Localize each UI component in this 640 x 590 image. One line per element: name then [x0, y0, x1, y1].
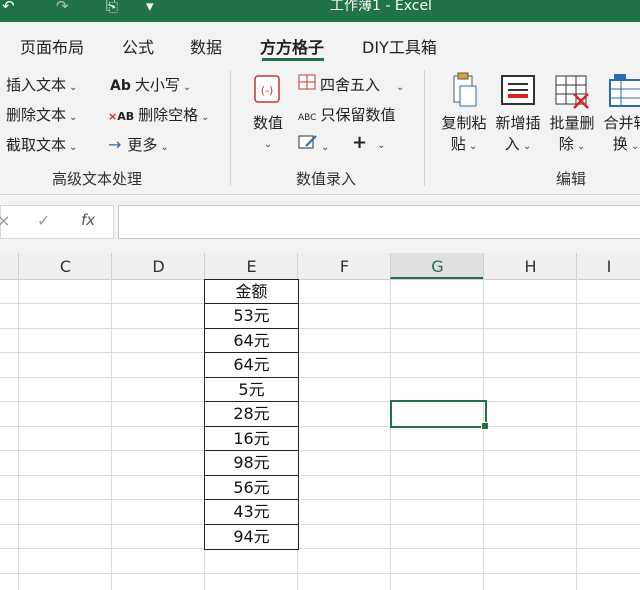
tab-fangfanggezi[interactable]: 方方格子 [260, 34, 324, 58]
abc-icon: ABC [298, 113, 317, 123]
insert-new-icon [492, 72, 544, 112]
group-label-edit: 编辑 [556, 170, 587, 188]
chevron-down-icon: ⌄ [522, 141, 532, 152]
formula-input[interactable] [118, 205, 640, 239]
formula-controls: × ✓ fx [0, 205, 114, 239]
round-button[interactable]: 四舍五入 ⌄ [298, 74, 404, 95]
table-cell[interactable]: 98元 [204, 450, 299, 476]
merge-convert-icon [600, 72, 640, 112]
svg-text:(-): (-) [261, 84, 274, 97]
formula-bar: × ✓ fx [0, 195, 640, 253]
value-button[interactable]: (-) 数值 ⌄ [248, 72, 288, 151]
ribbon-tabs: 页面布局 公式 数据 方方格子 DIY工具箱 [0, 22, 640, 62]
copy-paste-icon [438, 72, 490, 112]
group-separator [230, 70, 231, 186]
group-label-value-entry: 数值录入 [296, 170, 357, 188]
table-cell[interactable]: 64元 [204, 352, 299, 378]
column-header-c[interactable]: C [18, 253, 112, 279]
add-button[interactable]: + ⌄ [352, 132, 385, 153]
group-separator [424, 70, 425, 186]
edit-icon [298, 134, 318, 154]
arrow-right-icon: → [108, 135, 122, 154]
chevron-down-icon: ⌄ [630, 141, 640, 152]
chevron-down-icon: ⌄ [377, 140, 386, 151]
title-bar: ↶ ↷ ⎘ ▾ 工作薄1 - Excel [0, 0, 640, 22]
tab-page-layout[interactable]: 页面布局 [20, 34, 84, 58]
table-cell[interactable]: 16元 [204, 426, 299, 452]
table-cell[interactable]: 64元 [204, 328, 299, 354]
plus-icon: + [352, 132, 368, 153]
delete-space-button[interactable]: ×AB 删除空格 ⌄ [108, 104, 210, 125]
clipboard-icon[interactable]: ⎘ [106, 0, 118, 15]
active-tab-indicator [262, 58, 324, 61]
delete-text-button[interactable]: 删除文本 ⌄ [6, 104, 77, 125]
insert-function-icon[interactable]: fx [81, 211, 95, 229]
chevron-down-icon: ⌄ [182, 82, 192, 93]
case-icon: Ab [110, 78, 131, 94]
redo-icon[interactable]: ↷ [56, 0, 69, 15]
more-button[interactable]: → 更多 ⌄ [108, 134, 169, 155]
column-header-f[interactable]: F [297, 253, 391, 279]
quick-access-dropdown-icon[interactable]: ▾ [146, 0, 154, 15]
merge-convert-button[interactable]: 合并转 换⌄ [600, 72, 640, 154]
chevron-down-icon: ⌄ [69, 82, 78, 93]
tab-formulas[interactable]: 公式 [122, 34, 154, 58]
column-header-g[interactable]: G [390, 253, 484, 279]
table-cell[interactable]: 56元 [204, 475, 299, 501]
selected-cell[interactable] [390, 400, 487, 428]
delete-space-icon: ×AB [108, 110, 135, 123]
chevron-down-icon: ⌄ [396, 82, 405, 93]
insert-new-button[interactable]: 新增插 入 ⌄ [492, 72, 544, 154]
table-cell[interactable]: 53元 [204, 303, 299, 329]
batch-delete-button[interactable]: 批量删 除 ⌄ [546, 72, 598, 154]
sheet-grid[interactable] [0, 279, 640, 590]
window-title: 工作薄1 - Excel [330, 0, 432, 14]
value-icon: (-) [251, 72, 285, 108]
chevron-down-icon: ⌄ [468, 141, 478, 152]
chevron-down-icon: ⌄ [69, 142, 78, 153]
case-button[interactable]: Ab 大小写 ⌄ [110, 74, 191, 95]
table-cell[interactable]: 5元 [204, 377, 299, 403]
undo-icon[interactable]: ↶ [2, 0, 15, 15]
tab-data[interactable]: 数据 [190, 34, 222, 58]
column-header-d[interactable]: D [111, 253, 205, 279]
tab-diy-toolbox[interactable]: DIY工具箱 [362, 34, 437, 58]
round-icon [298, 74, 316, 94]
table-cell[interactable]: 94元 [204, 524, 299, 550]
ribbon: 插入文本 ⌄ 删除文本 ⌄ 截取文本 ⌄ Ab 大小写 ⌄ ×AB 删除空格 ⌄ → 更多 ⌄ 高… [0, 62, 640, 195]
confirm-icon[interactable]: ✓ [37, 211, 50, 230]
chevron-down-icon: ⌄ [69, 112, 78, 123]
column-headers: C D E F G H I [0, 253, 640, 280]
insert-text-button[interactable]: 插入文本 ⌄ [6, 74, 77, 95]
edit-value-button[interactable]: ⌄ [298, 134, 329, 154]
column-header-h[interactable]: H [483, 253, 577, 279]
chevron-down-icon: ⌄ [321, 142, 330, 153]
chevron-down-icon: ⌄ [263, 139, 273, 150]
table-cell[interactable]: 43元 [204, 499, 299, 525]
group-label-advanced-text: 高级文本处理 [52, 170, 143, 188]
table-cell[interactable]: 28元 [204, 401, 299, 427]
batch-delete-icon [546, 72, 598, 112]
column-header-e[interactable]: E [204, 253, 298, 279]
copy-paste-button[interactable]: 复制粘 贴 ⌄ [438, 72, 490, 154]
keep-value-button[interactable]: ABC 只保留数值 [298, 104, 395, 125]
chevron-down-icon: ⌄ [160, 142, 169, 153]
column-header-i[interactable]: I [576, 253, 640, 279]
chevron-down-icon: ⌄ [201, 112, 210, 123]
cancel-icon[interactable]: × [0, 211, 10, 230]
fill-handle[interactable] [481, 422, 489, 430]
extract-text-button[interactable]: 截取文本 ⌄ [6, 134, 77, 155]
table-header-cell[interactable]: 金额 [204, 279, 299, 305]
chevron-down-icon: ⌄ [576, 141, 586, 152]
